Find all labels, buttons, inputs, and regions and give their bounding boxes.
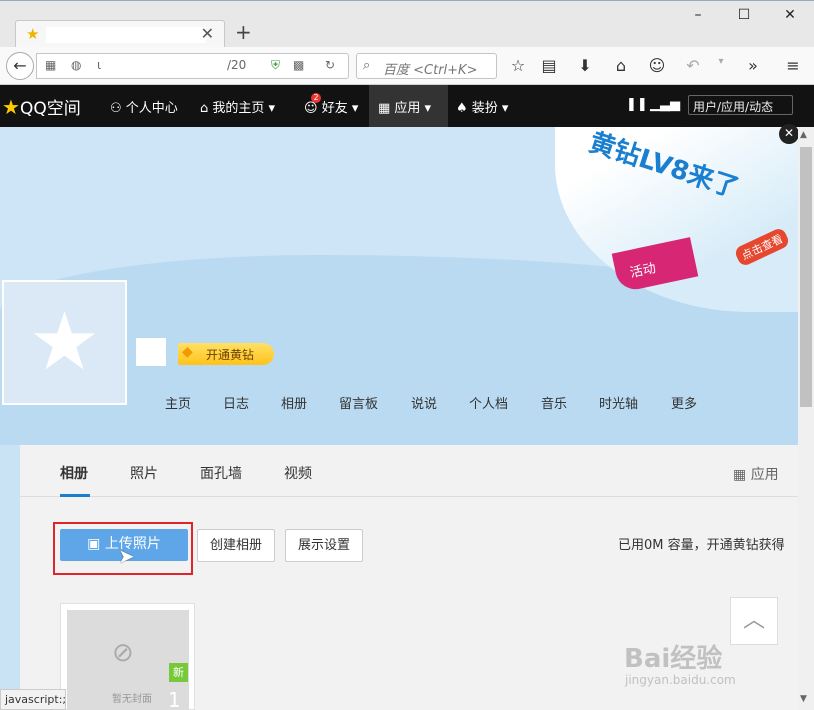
personal-center-link[interactable]: ⚇ 个人中心 xyxy=(110,97,178,116)
nav-album[interactable]: 相册 xyxy=(281,393,307,412)
nav-timeline[interactable]: 时光轴 xyxy=(599,393,638,412)
mouse-cursor-icon: ➤ xyxy=(118,544,135,568)
signal-icon[interactable]: ▁▃▅ xyxy=(650,97,680,112)
close-window-button[interactable]: ✕ xyxy=(775,7,805,23)
eye-off-icon: ⊘ xyxy=(112,638,134,668)
reload-icon[interactable]: ↻ xyxy=(325,58,335,72)
qzone-logo[interactable]: ★QQ空间 xyxy=(2,94,81,119)
promo-tag: 活动 xyxy=(611,237,699,293)
open-vip-label: 开通黄钻 xyxy=(206,348,255,362)
quota-text: 已用0M 容量，开通黄钻获得 xyxy=(618,538,785,553)
minimize-button[interactable]: – xyxy=(683,7,713,23)
back-button[interactable]: ← xyxy=(6,52,34,80)
tab-albums[interactable]: 相册 xyxy=(60,463,88,483)
dynamic-switch[interactable]: 用户/应用/动态 xyxy=(688,95,793,115)
scroll-up-icon[interactable]: ▲ xyxy=(800,130,807,140)
new-badge: 新 xyxy=(169,663,188,682)
shield-icon[interactable]: ⛨ xyxy=(271,58,280,73)
friend-count-badge: 2 xyxy=(311,93,321,103)
url-text: ι xyxy=(97,58,102,72)
my-home-label: 我的主页 ▾ xyxy=(212,101,276,116)
undo-icon[interactable]: ↶ xyxy=(681,56,705,75)
my-home-link[interactable]: ⌂ 我的主页 ▾ xyxy=(200,97,275,116)
watermark-url: jingyan.baidu.com xyxy=(625,673,736,687)
watermark: Bai经验 xyxy=(624,644,723,674)
url-suffix: /20 xyxy=(227,58,247,72)
status-bar: javascript:; xyxy=(0,689,66,710)
chat-icon[interactable]: ☺ xyxy=(645,56,669,75)
qzone-star-icon: ★ xyxy=(28,295,101,388)
tab-photos[interactable]: 照片 xyxy=(130,463,158,483)
qzone-logo-text: QQ空间 xyxy=(19,99,81,119)
chevron-down-icon[interactable]: ▾ xyxy=(709,56,733,67)
nav-guestbook[interactable]: 留言板 xyxy=(339,393,378,412)
star-favicon-icon: ★ xyxy=(26,25,40,43)
page-icon: ▦ xyxy=(45,58,57,72)
nav-more[interactable]: 更多 xyxy=(671,393,697,412)
avatar[interactable]: ★ xyxy=(2,280,127,405)
globe-icon: ◍ xyxy=(71,58,82,72)
scroll-down-icon[interactable]: ▼ xyxy=(800,694,807,704)
overflow-icon[interactable]: » xyxy=(741,56,765,75)
apps-label: 应用 ▾ xyxy=(394,101,432,116)
nav-profile[interactable]: 个人档 xyxy=(469,393,508,412)
search-placeholder: 百度 <Ctrl+K> xyxy=(383,63,478,78)
reading-list-icon[interactable]: ▤ xyxy=(537,56,561,75)
nav-moments[interactable]: 说说 xyxy=(411,393,437,412)
create-album-button[interactable]: 创建相册 xyxy=(197,529,275,562)
album-photo-count: 1 xyxy=(168,688,181,710)
search-icon: ⌕ xyxy=(363,58,371,73)
apps-link[interactable]: ▦ 应用 ▾ xyxy=(378,97,431,116)
personal-center-label: 个人中心 xyxy=(125,101,178,116)
back-to-top-button[interactable]: ︿ xyxy=(730,597,778,645)
tab-underline xyxy=(60,494,90,497)
nickname xyxy=(136,338,166,366)
window-titlebar: ★ ✕ + – ☐ ✕ xyxy=(0,0,814,48)
dress-label: 装扮 ▾ xyxy=(471,101,509,116)
apps-button[interactable]: ▦ 应用 xyxy=(733,464,779,484)
close-promo-icon[interactable]: ✕ xyxy=(779,124,799,144)
download-icon[interactable]: ⬇ xyxy=(573,56,597,75)
promo-title: 黄钻LV8来了 xyxy=(585,127,743,205)
scrollbar-thumb[interactable] xyxy=(800,147,812,407)
qrcode-icon[interactable]: ▩ xyxy=(293,58,304,72)
new-tab-button[interactable]: + xyxy=(235,20,252,44)
tab-title xyxy=(46,27,206,43)
home-icon[interactable]: ⌂ xyxy=(609,56,633,75)
nav-home[interactable]: 主页 xyxy=(165,393,191,412)
friends-label: 好友 ▾ xyxy=(321,101,359,116)
nav-music[interactable]: 音乐 xyxy=(541,393,567,412)
menu-icon[interactable]: ≡ xyxy=(781,56,805,75)
no-cover-text: 暂无封面 xyxy=(112,694,152,705)
diamond-icon: ◆ xyxy=(182,344,193,360)
browser-tab[interactable]: ★ ✕ xyxy=(15,20,225,48)
nav-blog[interactable]: 日志 xyxy=(223,393,249,412)
search-box[interactable]: ⌕ 百度 <Ctrl+K> xyxy=(356,53,497,79)
maximize-button[interactable]: ☐ xyxy=(729,7,759,23)
dress-link[interactable]: ♠ 装扮 ▾ xyxy=(456,97,508,116)
open-vip-button[interactable]: ◆ 开通黄钻 xyxy=(178,343,274,365)
tab-face-wall[interactable]: 面孔墙 xyxy=(200,463,242,483)
browser-toolbar: ← ▦ ◍ ι /20 ⛨ ▩ ↻ ⌕ 百度 <Ctrl+K> ☆ ▤ ⬇ ⌂ … xyxy=(0,47,814,85)
promo-view-button[interactable]: 点击查看 xyxy=(733,226,791,268)
address-bar[interactable]: ▦ ◍ ι /20 ⛨ ▩ ↻ xyxy=(36,53,349,79)
tab-videos[interactable]: 视频 xyxy=(284,463,312,483)
apps-button-label: 应用 xyxy=(750,467,779,483)
display-settings-button[interactable]: 展示设置 xyxy=(285,529,363,562)
star-logo-icon: ★ xyxy=(2,95,20,119)
bookmark-star-icon[interactable]: ☆ xyxy=(506,56,530,75)
close-tab-icon[interactable]: ✕ xyxy=(201,24,214,43)
pause-icon[interactable]: ❚❚ xyxy=(626,97,648,112)
